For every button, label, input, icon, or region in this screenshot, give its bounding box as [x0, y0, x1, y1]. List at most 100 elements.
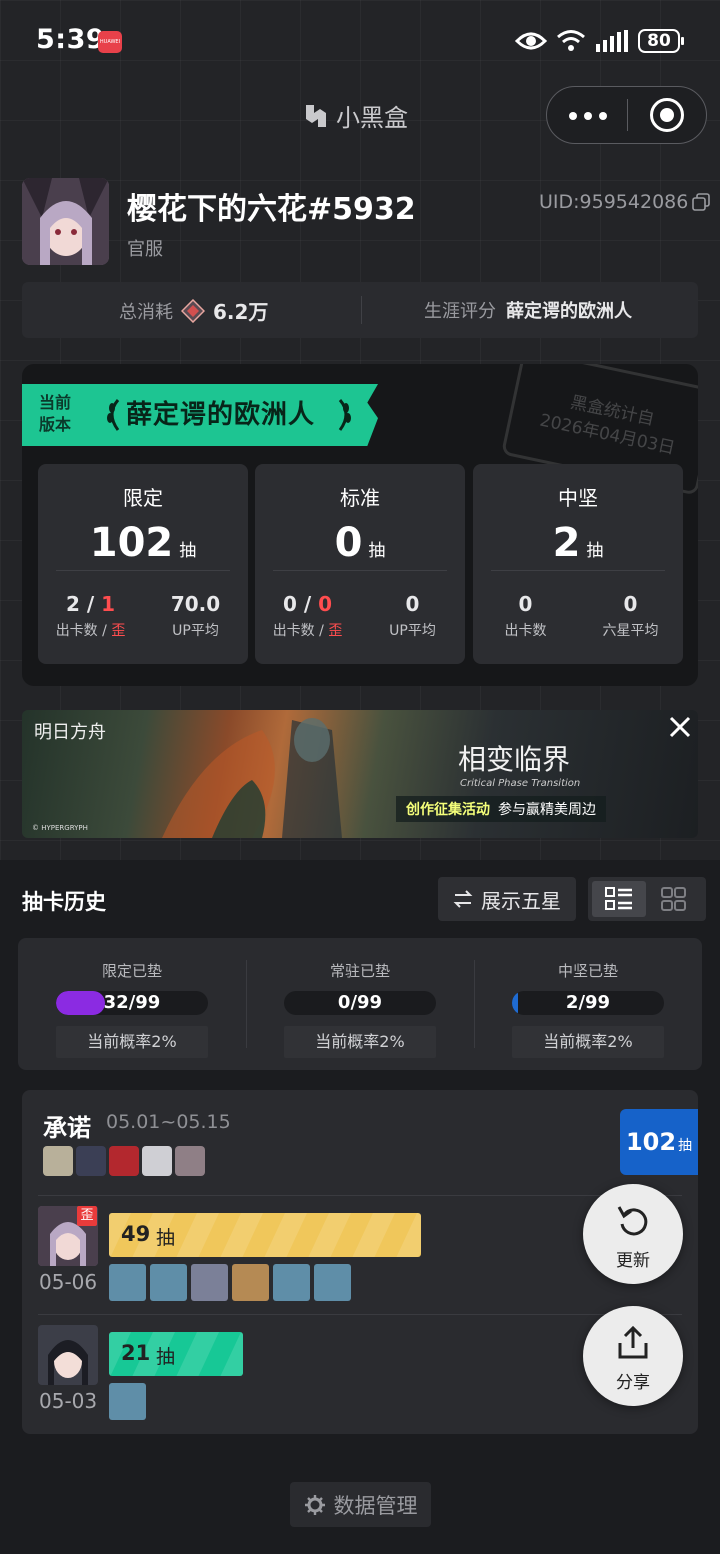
box-left-stat: 2 / 1 出卡数 / 歪	[38, 592, 143, 640]
off-rate-count: 0	[318, 592, 333, 616]
refresh-label: 更新	[616, 1251, 650, 1271]
mini-program-capsule[interactable]	[546, 86, 707, 144]
show-five-star-label: 展示五星	[481, 888, 561, 913]
app-notification-badge: HUAWEI	[98, 31, 122, 53]
pity-value: 2/99	[565, 992, 611, 1013]
banner-total-badge: 102 抽	[620, 1109, 698, 1175]
obtained-operator-thumb	[150, 1264, 187, 1301]
total-cost-label: 总消耗	[119, 301, 173, 323]
pity-label: 限定已垫	[101, 962, 162, 980]
share-button[interactable]: 分享	[583, 1306, 683, 1406]
banner-total-unit: 抽	[678, 1138, 693, 1154]
box-count-value: 102	[89, 520, 174, 566]
banner-total-count: 102	[625, 1128, 677, 1156]
refresh-icon	[617, 1206, 648, 1236]
laurel-icon	[338, 399, 351, 431]
up-average-value: 70.0	[170, 592, 221, 616]
career-score: 生涯评分 薛定谔的欧洲人	[424, 297, 632, 323]
swap-icon	[453, 890, 473, 908]
gear-icon	[304, 1494, 325, 1515]
box-title: 限定	[123, 486, 163, 510]
version-ribbon: 当前 版本 薛定谔的欧洲人	[22, 384, 378, 446]
off-rate-label: 歪	[328, 623, 343, 639]
career-value: 薛定谔的欧洲人	[506, 301, 632, 322]
obtained-operator-thumb	[232, 1264, 269, 1301]
copy-icon[interactable]	[692, 193, 711, 211]
up-average-value: 0	[405, 592, 420, 616]
box-divider	[491, 570, 665, 571]
stat-divider	[361, 296, 362, 324]
box-left-stat: 0 出卡数	[473, 592, 578, 640]
banner-title: 相变临界	[458, 743, 571, 776]
pity-rate: 当前概率2%	[512, 1026, 664, 1058]
up-average-label: UP平均	[172, 623, 219, 639]
box-divider	[56, 570, 230, 571]
activity-note: 参与赢精美周边	[498, 802, 596, 818]
pity-value: 0/99	[337, 992, 383, 1013]
box-count-value: 2	[552, 520, 581, 566]
banner-operator-thumb	[109, 1146, 139, 1176]
data-management-label: 数据管理	[333, 1493, 418, 1518]
pity-bar: 32/99	[56, 991, 208, 1015]
current-version-label: 当前 版本	[39, 392, 71, 436]
row-divider	[38, 1195, 682, 1196]
career-label: 生涯评分	[424, 301, 496, 322]
pity-label: 中坚已垫	[557, 962, 618, 980]
pull-count: 21	[121, 1341, 151, 1365]
avatar[interactable]	[22, 178, 109, 265]
pity-rate: 当前概率2%	[56, 1026, 208, 1058]
banner-copyright: © HYPERGRYPH	[32, 824, 88, 832]
pity-standard: 常驻已垫 0/99 当前概率2%	[246, 938, 474, 1070]
user-nickname: 樱花下的六花#5932	[127, 192, 416, 227]
banner-activity: 创作征集活动 参与赢精美周边	[396, 796, 606, 822]
up-average-label: UP平均	[389, 623, 436, 639]
box-count: 2抽	[473, 520, 683, 566]
obtained-operator-thumb	[191, 1264, 228, 1301]
value-separator: /	[79, 592, 102, 616]
more-dots-icon[interactable]	[569, 112, 607, 120]
record-icon[interactable]	[650, 98, 684, 132]
pity-bar: 0/99	[284, 991, 436, 1015]
off-rate-badge: 歪	[77, 1206, 97, 1226]
pity-value: 32/99	[103, 992, 161, 1013]
pull-count: 49	[121, 1222, 151, 1246]
pity-bar: 2/99	[512, 991, 664, 1015]
banner-operator-thumb	[43, 1146, 73, 1176]
version-summary-card: 黑盒统计自 2026年04月03日 当前 版本 薛定谔的欧洲人 限定 102 抽 …	[22, 364, 698, 686]
operator-portrait	[38, 1325, 98, 1385]
box-count-unit: 抽	[586, 541, 604, 561]
event-banner[interactable]: 明日方舟 相变临界 Critical Phase Transition 创作征集…	[22, 710, 698, 838]
show-five-star-button[interactable]: 展示五星	[438, 877, 576, 921]
pull-date: 05-06	[39, 1270, 98, 1294]
pull-unit: 抽	[156, 1227, 176, 1249]
pity-rate: 当前概率2%	[284, 1026, 436, 1058]
six-star-average-value: 0	[623, 592, 638, 616]
list-view-icon[interactable]	[605, 887, 633, 911]
profile-stats: 总消耗 6.2万 生涯评分 薛定谔的欧洲人	[22, 282, 698, 338]
box-title: 标准	[340, 486, 380, 510]
history-title: 抽卡历史	[22, 890, 106, 914]
app-logo-icon	[306, 104, 326, 127]
data-management-button[interactable]: 数据管理	[290, 1482, 431, 1527]
capsule-divider	[627, 99, 628, 131]
box-count-unit: 抽	[179, 541, 197, 561]
laurel-icon	[107, 399, 120, 431]
grid-view-icon[interactable]	[661, 887, 687, 911]
view-toggle[interactable]	[588, 877, 706, 921]
box-count-unit: 抽	[368, 541, 386, 561]
uid-copy[interactable]: UID:959542086	[539, 191, 711, 213]
close-icon[interactable]	[667, 714, 693, 740]
pull-unit: 抽	[156, 1346, 176, 1368]
pull-date: 05-03	[39, 1389, 98, 1413]
obtained-label: 出卡数	[504, 623, 547, 639]
off-rate-count: 1	[101, 592, 116, 616]
stat-box-standard: 标准 0抽 0 / 0 出卡数 / 歪 0 UP平均	[255, 464, 465, 664]
pull-count-bar: 21 抽	[109, 1332, 243, 1376]
obtained-operator-thumb	[273, 1264, 310, 1301]
obtained-operator-thumb	[109, 1383, 146, 1420]
box-title: 中坚	[558, 486, 598, 510]
obtained-operator-thumb	[109, 1264, 146, 1301]
stat-box-core: 中坚 2抽 0 出卡数 0 六星平均	[473, 464, 683, 664]
current-label-line1: 当前	[39, 393, 72, 412]
refresh-button[interactable]: 更新	[583, 1184, 683, 1284]
